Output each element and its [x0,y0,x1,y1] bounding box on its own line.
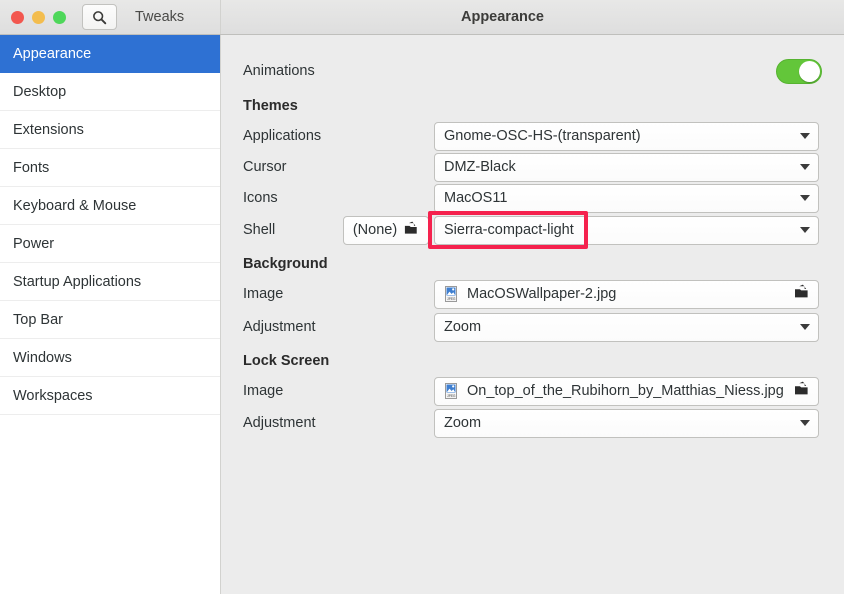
svg-text:JPEG: JPEG [447,297,456,301]
search-icon [92,10,107,25]
applications-theme-label: Applications [243,128,322,144]
page-title: Appearance [460,9,544,25]
svg-text:JPEG: JPEG [447,394,456,398]
chevron-down-icon [800,324,810,330]
background-image-file-button[interactable]: JPEG MacOSWallpaper-2.jpg [434,279,819,309]
icons-theme-label: Icons [243,190,278,206]
row-shell-theme: Shell (None) Sierra-compact-light [221,215,844,245]
sidebar-item-workspaces[interactable]: Workspaces [0,377,220,415]
shell-none-label: (None) [352,222,398,238]
jpeg-thumbnail-icon: JPEG [444,286,460,302]
maximize-button[interactable] [53,10,66,24]
open-file-icon [793,381,810,401]
sidebar-item-label: Extensions [13,121,84,138]
chevron-down-icon [800,133,810,139]
sidebar-item-windows[interactable]: Windows [0,339,220,377]
sidebar: Appearance Desktop Extensions Fonts Keyb… [0,35,221,594]
header-bar-right: Appearance [221,0,844,34]
shell-theme-value: Sierra-compact-light [444,222,574,238]
lock-screen-image-filename: On_top_of_the_Rubihorn_by_Matthias_Niess… [467,383,784,399]
row-icons-theme: Icons MacOS11 [221,183,844,213]
icons-theme-dropdown[interactable]: MacOS11 [434,183,819,213]
row-animations: Animations [221,56,844,86]
sidebar-item-label: Windows [13,349,72,366]
chevron-down-icon [800,420,810,426]
lock-screen-adjustment-dropdown[interactable]: Zoom [434,408,819,438]
jpeg-thumbnail-icon: JPEG [444,383,460,399]
row-background-adjustment: Adjustment Zoom [221,312,844,342]
sidebar-item-label: Startup Applications [13,273,142,290]
cursor-theme-value: DMZ-Black [444,159,516,175]
lock-screen-adjustment-value: Zoom [444,415,482,431]
section-heading-themes: Themes [243,98,298,114]
cursor-theme-label: Cursor [243,159,287,175]
toggle-knob [799,60,820,82]
sidebar-item-label: Appearance [13,45,92,62]
section-heading-background: Background [243,256,328,272]
row-cursor-theme: Cursor DMZ-Black [221,152,844,182]
animations-toggle[interactable] [776,58,822,84]
sidebar-item-top-bar[interactable]: Top Bar [0,301,220,339]
background-adjustment-value: Zoom [444,319,482,335]
shell-theme-file-button[interactable]: (None) [343,215,429,245]
sidebar-item-desktop[interactable]: Desktop [0,73,220,111]
section-heading-lock-screen: Lock Screen [243,353,330,369]
tweaks-window: Tweaks Appearance Appearance Desktop Ext… [0,0,844,594]
background-adjustment-dropdown[interactable]: Zoom [434,312,819,342]
applications-theme-dropdown[interactable]: Gnome-OSC-HS-(transparent) [434,121,819,151]
sidebar-item-appearance[interactable]: Appearance [0,35,220,73]
chevron-down-icon [800,227,810,233]
sidebar-item-extensions[interactable]: Extensions [0,111,220,149]
lock-screen-image-label: Image [243,383,284,399]
animations-label: Animations [243,63,315,79]
appearance-panel: Animations Themes Applications Gnome-OSC… [221,35,844,594]
sidebar-item-keyboard-and-mouse[interactable]: Keyboard & Mouse [0,187,220,225]
window-body: Appearance Desktop Extensions Fonts Keyb… [0,35,844,594]
search-button[interactable] [82,4,117,30]
window-controls [11,10,66,24]
sidebar-item-label: Workspaces [13,387,93,404]
row-lock-screen-adjustment: Adjustment Zoom [221,408,844,438]
app-title: Tweaks [135,9,185,25]
row-applications-theme: Applications Gnome-OSC-HS-(transparent) [221,121,844,151]
sidebar-item-label: Top Bar [13,311,63,328]
header-bar-left: Tweaks [0,0,221,34]
minimize-button[interactable] [32,10,45,24]
background-adjustment-label: Adjustment [243,319,316,335]
open-file-icon [403,221,419,240]
shell-theme-dropdown[interactable]: Sierra-compact-light [434,215,819,245]
sidebar-item-fonts[interactable]: Fonts [0,149,220,187]
applications-theme-value: Gnome-OSC-HS-(transparent) [444,128,641,144]
row-background-image: Image JPEG MacOSWallpaper-2.jpg [221,279,844,309]
shell-theme-label: Shell [243,222,276,238]
row-lock-screen-image: Image JPEG On_top_of_the_Rubihorn_by_Mat… [221,376,844,406]
background-image-label: Image [243,286,284,302]
sidebar-item-label: Keyboard & Mouse [13,197,137,214]
lock-screen-adjustment-label: Adjustment [243,415,316,431]
cursor-theme-dropdown[interactable]: DMZ-Black [434,152,819,182]
sidebar-item-startup-applications[interactable]: Startup Applications [0,263,220,301]
icons-theme-value: MacOS11 [444,190,508,206]
background-image-filename: MacOSWallpaper-2.jpg [467,286,617,302]
chevron-down-icon [800,164,810,170]
lock-screen-image-file-button[interactable]: JPEG On_top_of_the_Rubihorn_by_Matthias_… [434,376,819,406]
sidebar-item-label: Power [13,235,55,252]
header-bar: Tweaks Appearance [0,0,844,35]
chevron-down-icon [800,195,810,201]
sidebar-item-power[interactable]: Power [0,225,220,263]
sidebar-item-label: Fonts [13,159,50,176]
sidebar-item-label: Desktop [13,83,67,100]
close-button[interactable] [11,10,24,24]
open-file-icon [793,284,810,304]
